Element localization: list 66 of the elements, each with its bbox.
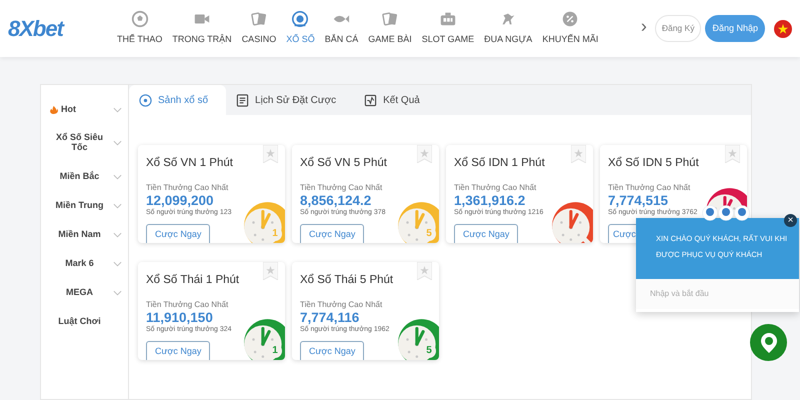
prize-amount: 1,361,916.2 xyxy=(454,194,526,208)
nav-item[interactable]: XỔ SỐ xyxy=(281,10,320,47)
sidebar-item[interactable]: Mark 6 xyxy=(41,249,128,278)
nav-item[interactable]: SLOT GAME xyxy=(416,10,480,47)
location-pin-icon xyxy=(758,332,778,354)
ball-icon xyxy=(130,10,149,28)
chat-input[interactable]: Nhập và bắt đầu xyxy=(636,279,799,309)
sidebar-item[interactable]: MEGA xyxy=(41,278,128,307)
prize-label: Tiền Thưởng Cao Nhất xyxy=(300,299,384,312)
bet-button[interactable]: Cược Ngay xyxy=(146,224,210,243)
favorite-star-icon[interactable] xyxy=(263,145,278,163)
nav-item[interactable]: GAME BÀI xyxy=(363,10,417,47)
game-title: Xổ Số Thái 5 Phút xyxy=(300,272,394,288)
slot-machine-icon xyxy=(438,10,457,28)
sidebar-item[interactable]: Xổ Số Siêu Tốc xyxy=(41,124,128,162)
tab[interactable]: Lịch Sử Đặt Cược xyxy=(226,85,354,115)
cards-icon xyxy=(380,10,399,28)
game-title: Xổ Số Thái 1 Phút xyxy=(146,272,240,288)
bet-button[interactable]: Cược Ngay xyxy=(454,224,518,243)
register-button[interactable]: Đăng Ký xyxy=(654,15,702,42)
sidebar-item[interactable]: Miền Nam xyxy=(41,220,128,249)
chart-icon xyxy=(364,94,378,106)
nav-item[interactable]: BẮN CÁ xyxy=(320,10,364,47)
brand-logo[interactable]: 8Xbet xyxy=(8,12,112,45)
tab[interactable]: Sảnh xổ số xyxy=(129,85,226,115)
game-title: Xổ Số IDN 1 Phút xyxy=(454,156,546,171)
chat-button[interactable] xyxy=(750,324,787,361)
prize-amount: 7,774,116 xyxy=(300,311,360,325)
bet-button[interactable]: Cược Ngay xyxy=(146,341,210,360)
nav-item[interactable]: ĐUA NGỰA xyxy=(479,10,538,47)
prize-amount: 12,099,200 xyxy=(146,194,215,208)
sidebar-item[interactable]: Luật Chơi xyxy=(41,307,128,336)
nav-item[interactable]: KHUYẾN MÃI xyxy=(537,10,604,47)
document-icon xyxy=(236,94,250,106)
prize-amount: 8,856,124.2 xyxy=(300,194,372,208)
close-button[interactable]: × xyxy=(784,214,797,227)
target-icon xyxy=(139,94,152,106)
sidebar-item[interactable]: Hot xyxy=(41,95,128,124)
favorite-star-icon[interactable] xyxy=(263,262,278,280)
game-title: Xổ Số VN 5 Phút xyxy=(300,156,388,171)
prize-label: Tiền Thưởng Cao Nhất xyxy=(608,182,692,194)
favorite-star-icon[interactable] xyxy=(725,145,740,163)
prize-label: Tiền Thưởng Cao Nhất xyxy=(300,182,384,194)
nav-item[interactable]: TRONG TRẬN xyxy=(167,10,237,47)
prize-label: Tiền Thưởng Cao Nhất xyxy=(454,182,538,194)
prize-amount: 7,774,515 xyxy=(608,194,670,208)
tab[interactable]: Kết Quả xyxy=(354,85,438,115)
discount-icon xyxy=(561,10,580,28)
prize-amount: 11,910,150 xyxy=(146,311,214,325)
nav-item[interactable]: THỂ THAO xyxy=(112,10,168,47)
sidebar-item[interactable]: Miền Bắc xyxy=(41,162,128,191)
bet-button[interactable]: Cược Ngay xyxy=(300,341,364,360)
flag-icon[interactable] xyxy=(774,20,792,38)
favorite-star-icon[interactable] xyxy=(417,262,432,280)
sidebar-item[interactable]: Miền Trung xyxy=(41,191,128,220)
prize-label: Tiền Thưởng Cao Nhất xyxy=(146,299,230,312)
favorite-star-icon[interactable] xyxy=(571,145,586,163)
game-title: Xổ Số IDN 5 Phút xyxy=(608,156,700,171)
favorite-star-icon[interactable] xyxy=(417,145,432,163)
prize-label: Tiền Thưởng Cao Nhất xyxy=(146,182,230,194)
lottery-ball-icon xyxy=(291,10,310,28)
game-title: Xổ Số VN 1 Phút xyxy=(146,156,234,171)
nav-item[interactable]: CASINO xyxy=(236,10,282,47)
next-arrow[interactable]: › xyxy=(640,13,647,40)
bet-button[interactable]: Cược Ngay xyxy=(300,224,364,243)
cards-icon xyxy=(250,10,268,28)
